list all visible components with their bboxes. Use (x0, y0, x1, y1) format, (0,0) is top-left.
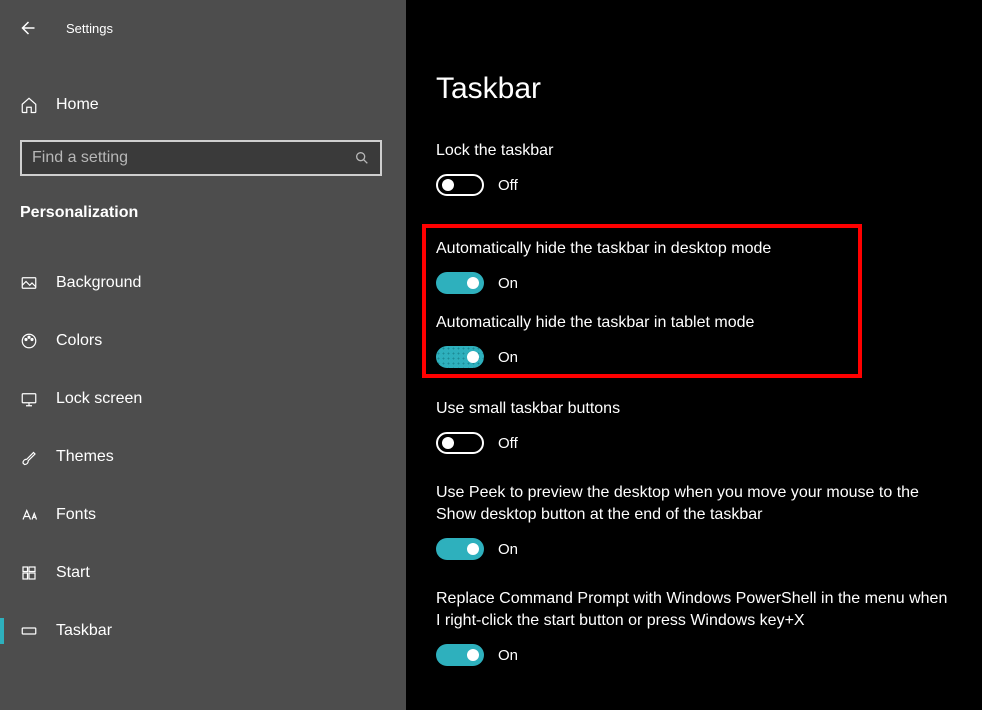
nav-taskbar-label: Taskbar (56, 622, 112, 640)
taskbar-icon (20, 622, 38, 640)
titlebar-label: Settings (66, 21, 113, 36)
option-lock-taskbar: Lock the taskbar Off (436, 140, 964, 196)
section-label: Personalization (0, 176, 406, 236)
option-hide-desktop: Automatically hide the taskbar in deskto… (436, 238, 848, 294)
toggle-peek-state: On (498, 541, 518, 558)
toggle-hide-tablet-state: On (498, 349, 518, 366)
option-peek: Use Peek to preview the desktop when you… (436, 482, 964, 560)
toggle-small-buttons-state: Off (498, 435, 518, 452)
option-hide-tablet-label: Automatically hide the taskbar in tablet… (436, 312, 848, 334)
option-peek-label: Use Peek to preview the desktop when you… (436, 482, 956, 526)
search-wrap (20, 140, 382, 176)
nav-fonts-label: Fonts (56, 506, 96, 524)
sidebar: Settings Home Personalization Backgro (0, 0, 406, 710)
nav-list: Background Colors Lock screen Themes (0, 254, 406, 660)
search-field[interactable] (20, 140, 382, 176)
toggle-hide-desktop[interactable] (436, 272, 484, 294)
search-input[interactable] (32, 149, 354, 167)
back-icon[interactable] (18, 19, 36, 37)
toggle-lock-taskbar-state: Off (498, 177, 518, 194)
start-icon (20, 564, 38, 582)
toggle-powershell-state: On (498, 647, 518, 664)
content-pane: Taskbar Lock the taskbar Off Automatical… (406, 0, 982, 710)
nav-background[interactable]: Background (0, 254, 406, 312)
option-small-buttons: Use small taskbar buttons Off (436, 398, 964, 454)
toggle-hide-tablet[interactable] (436, 346, 484, 368)
settings-window: Settings Home Personalization Backgro (0, 0, 982, 710)
toggle-hide-desktop-state: On (498, 275, 518, 292)
nav-themes-label: Themes (56, 448, 114, 466)
page-title: Taskbar (436, 72, 964, 106)
option-small-buttons-label: Use small taskbar buttons (436, 398, 956, 420)
toggle-small-buttons[interactable] (436, 432, 484, 454)
nav-start-label: Start (56, 564, 90, 582)
monitor-icon (20, 390, 38, 408)
fonts-icon (20, 506, 38, 524)
nav-colors-label: Colors (56, 332, 102, 350)
nav-fonts[interactable]: Fonts (0, 486, 406, 544)
nav-start[interactable]: Start (0, 544, 406, 602)
nav-lockscreen-label: Lock screen (56, 390, 142, 408)
titlebar: Settings (0, 8, 406, 48)
toggle-lock-taskbar[interactable] (436, 174, 484, 196)
toggle-powershell[interactable] (436, 644, 484, 666)
option-lock-taskbar-label: Lock the taskbar (436, 140, 956, 162)
toggle-peek[interactable] (436, 538, 484, 560)
highlight-annotation: Automatically hide the taskbar in deskto… (422, 224, 862, 378)
picture-icon (20, 274, 38, 292)
home-icon (20, 96, 38, 114)
option-hide-tablet: Automatically hide the taskbar in tablet… (436, 312, 848, 368)
nav-taskbar[interactable]: Taskbar (0, 602, 406, 660)
palette-icon (20, 332, 38, 350)
brush-icon (20, 448, 38, 466)
nav-themes[interactable]: Themes (0, 428, 406, 486)
option-powershell-label: Replace Command Prompt with Windows Powe… (436, 588, 956, 632)
nav-home[interactable]: Home (0, 82, 406, 128)
option-hide-desktop-label: Automatically hide the taskbar in deskto… (436, 238, 848, 260)
nav-background-label: Background (56, 274, 141, 292)
search-icon (354, 150, 370, 166)
nav-colors[interactable]: Colors (0, 312, 406, 370)
nav-home-label: Home (56, 96, 99, 114)
nav-lockscreen[interactable]: Lock screen (0, 370, 406, 428)
option-powershell: Replace Command Prompt with Windows Powe… (436, 588, 964, 666)
